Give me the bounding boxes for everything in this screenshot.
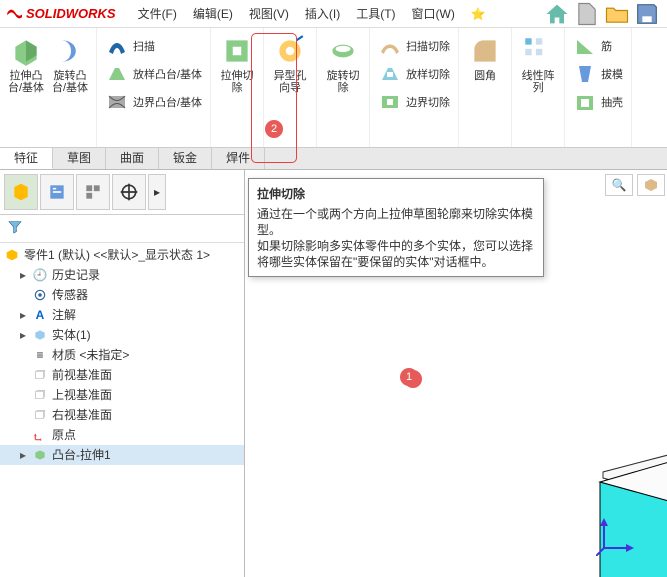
- tooltip-body: 通过在一个或两个方向上拉伸草图轮廓来切除实体模型。 如果切除影响多实体零件中的多…: [257, 206, 535, 270]
- cut-swept-button[interactable]: 扫描切除: [374, 32, 454, 60]
- menu-more-icon[interactable]: ⭐: [463, 0, 494, 28]
- quick-save-icon[interactable]: [633, 0, 661, 28]
- shell-button[interactable]: 抽壳: [569, 88, 627, 116]
- tab-sketch[interactable]: 草图: [53, 148, 106, 169]
- fillet-button[interactable]: 圆角: [463, 32, 507, 84]
- side-tab-property[interactable]: [40, 174, 74, 210]
- side-tab-feature-tree[interactable]: [4, 174, 38, 210]
- tree-annotations[interactable]: ▸A注解: [0, 305, 244, 325]
- draft-button[interactable]: 拔模: [569, 60, 627, 88]
- tab-surface[interactable]: 曲面: [106, 148, 159, 169]
- boundary-boss-button[interactable]: 边界凸台/基体: [101, 88, 206, 116]
- cut-boundary-button[interactable]: 边界切除: [374, 88, 454, 116]
- menu-window[interactable]: 窗口(W): [404, 0, 463, 28]
- app-logo: SOLIDWORKS: [6, 6, 130, 22]
- quick-open-icon[interactable]: [603, 0, 631, 28]
- origin-triad-icon: [596, 516, 636, 556]
- side-tab-dimxpert[interactable]: [112, 174, 146, 210]
- cut-loft-button[interactable]: 放样切除: [374, 60, 454, 88]
- tab-weldment[interactable]: 焊件: [212, 148, 265, 169]
- swept-boss-button[interactable]: 扫描: [101, 32, 159, 60]
- badge-one: 1: [404, 370, 422, 388]
- menu-tools[interactable]: 工具(T): [348, 0, 403, 28]
- linear-pattern-button[interactable]: 线性阵 列: [516, 32, 560, 96]
- rib-button[interactable]: 筋: [569, 32, 616, 60]
- tab-features[interactable]: 特征: [0, 148, 53, 169]
- tree-material[interactable]: ≡材质 <未指定>: [0, 345, 244, 365]
- tree-extrude1[interactable]: ▸凸台-拉伸1: [0, 445, 244, 465]
- tree-origin[interactable]: 原点: [0, 425, 244, 445]
- cut-extrude-button[interactable]: 拉伸切 除: [215, 32, 259, 96]
- view-orient-icon[interactable]: [637, 174, 665, 196]
- tree-right-plane[interactable]: 右视基准面: [0, 405, 244, 425]
- side-tab-more[interactable]: ▸: [148, 174, 166, 210]
- view-zoom-icon[interactable]: 🔍: [605, 174, 633, 196]
- menu-file[interactable]: 文件(F): [130, 0, 185, 28]
- extrude-boss-button[interactable]: 拉伸凸 台/基体: [4, 32, 48, 96]
- cut-revolve-button[interactable]: 旋转切 除: [321, 32, 365, 96]
- filter-icon[interactable]: [6, 219, 24, 235]
- tooltip-title: 拉伸切除: [257, 185, 535, 202]
- hole-wizard-button[interactable]: 异型孔 向导: [268, 32, 312, 96]
- menu-insert[interactable]: 插入(I): [297, 0, 348, 28]
- quick-home-icon[interactable]: [543, 0, 571, 28]
- menu-view[interactable]: 视图(V): [241, 0, 297, 28]
- loft-boss-button[interactable]: 放样凸台/基体: [101, 60, 206, 88]
- tab-sheetmetal[interactable]: 钣金: [159, 148, 212, 169]
- tree-root[interactable]: 零件1 (默认) <<默认>_显示状态 1>: [0, 245, 244, 265]
- quick-new-icon[interactable]: [573, 0, 601, 28]
- menu-edit[interactable]: 编辑(E): [185, 0, 241, 28]
- tree-top-plane[interactable]: 上视基准面: [0, 385, 244, 405]
- tree-sensors[interactable]: 传感器: [0, 285, 244, 305]
- side-tab-config[interactable]: [76, 174, 110, 210]
- tree-history[interactable]: ▸🕘历史记录: [0, 265, 244, 285]
- tree-solid-bodies[interactable]: ▸实体(1): [0, 325, 244, 345]
- tooltip-cut-extrude: 拉伸切除 通过在一个或两个方向上拉伸草图轮廓来切除实体模型。 如果切除影响多实体…: [248, 178, 544, 277]
- tree-front-plane[interactable]: 前视基准面: [0, 365, 244, 385]
- revolve-boss-button[interactable]: 旋转凸 台/基体: [48, 32, 92, 96]
